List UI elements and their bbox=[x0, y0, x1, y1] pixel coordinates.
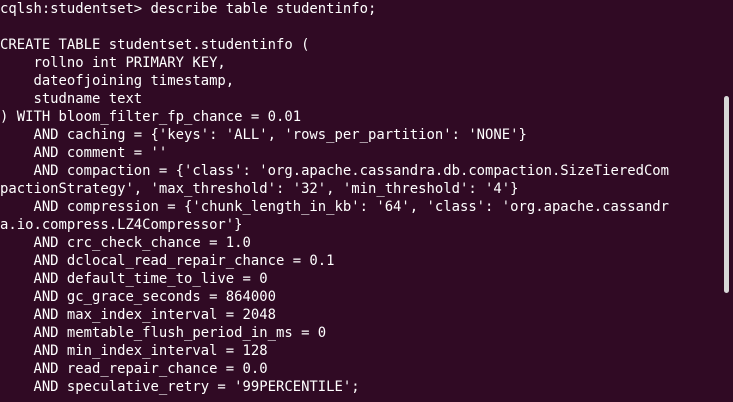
terminal-line: AND max_index_interval = 2048 bbox=[0, 307, 276, 323]
terminal-line: AND caching = {'keys': 'ALL', 'rows_per_… bbox=[0, 127, 527, 143]
terminal-line: CREATE TABLE studentset.studentinfo ( bbox=[0, 37, 310, 53]
terminal-line: AND default_time_to_live = 0 bbox=[0, 271, 268, 287]
terminal-line: AND speculative_retry = '99PERCENTILE'; bbox=[0, 379, 360, 395]
terminal-line: AND compression = {'chunk_length_in_kb':… bbox=[0, 199, 670, 215]
terminal-line: dateofjoining timestamp, bbox=[0, 73, 235, 89]
terminal-output: cqlsh:studentset> describe table student… bbox=[0, 0, 722, 396]
terminal-line: AND compaction = {'class': 'org.apache.c… bbox=[0, 163, 670, 179]
terminal-line: AND crc_check_chance = 1.0 bbox=[0, 235, 251, 251]
prompt-line: cqlsh:studentset> describe table student… bbox=[0, 1, 377, 17]
terminal-line: a.io.compress.LZ4Compressor'} bbox=[0, 217, 243, 233]
terminal-line: AND memtable_flush_period_in_ms = 0 bbox=[0, 325, 327, 341]
terminal-line: rollno int PRIMARY KEY, bbox=[0, 55, 226, 71]
terminal-line: ) WITH bloom_filter_fp_chance = 0.01 bbox=[0, 109, 302, 125]
terminal-line: AND dclocal_read_repair_chance = 0.1 bbox=[0, 253, 335, 269]
terminal-line: studname text bbox=[0, 91, 143, 107]
terminal-line: AND read_repair_chance = 0.0 bbox=[0, 361, 268, 377]
terminal-line: pactionStrategy', 'max_threshold': '32',… bbox=[0, 181, 519, 197]
terminal-line: AND comment = '' bbox=[0, 145, 168, 161]
terminal-line: AND min_index_interval = 128 bbox=[0, 343, 268, 359]
terminal-line: AND gc_grace_seconds = 864000 bbox=[0, 289, 276, 305]
vertical-scrollbar[interactable] bbox=[724, 96, 729, 293]
terminal-window[interactable]: cqlsh:studentset> describe table student… bbox=[0, 0, 733, 402]
